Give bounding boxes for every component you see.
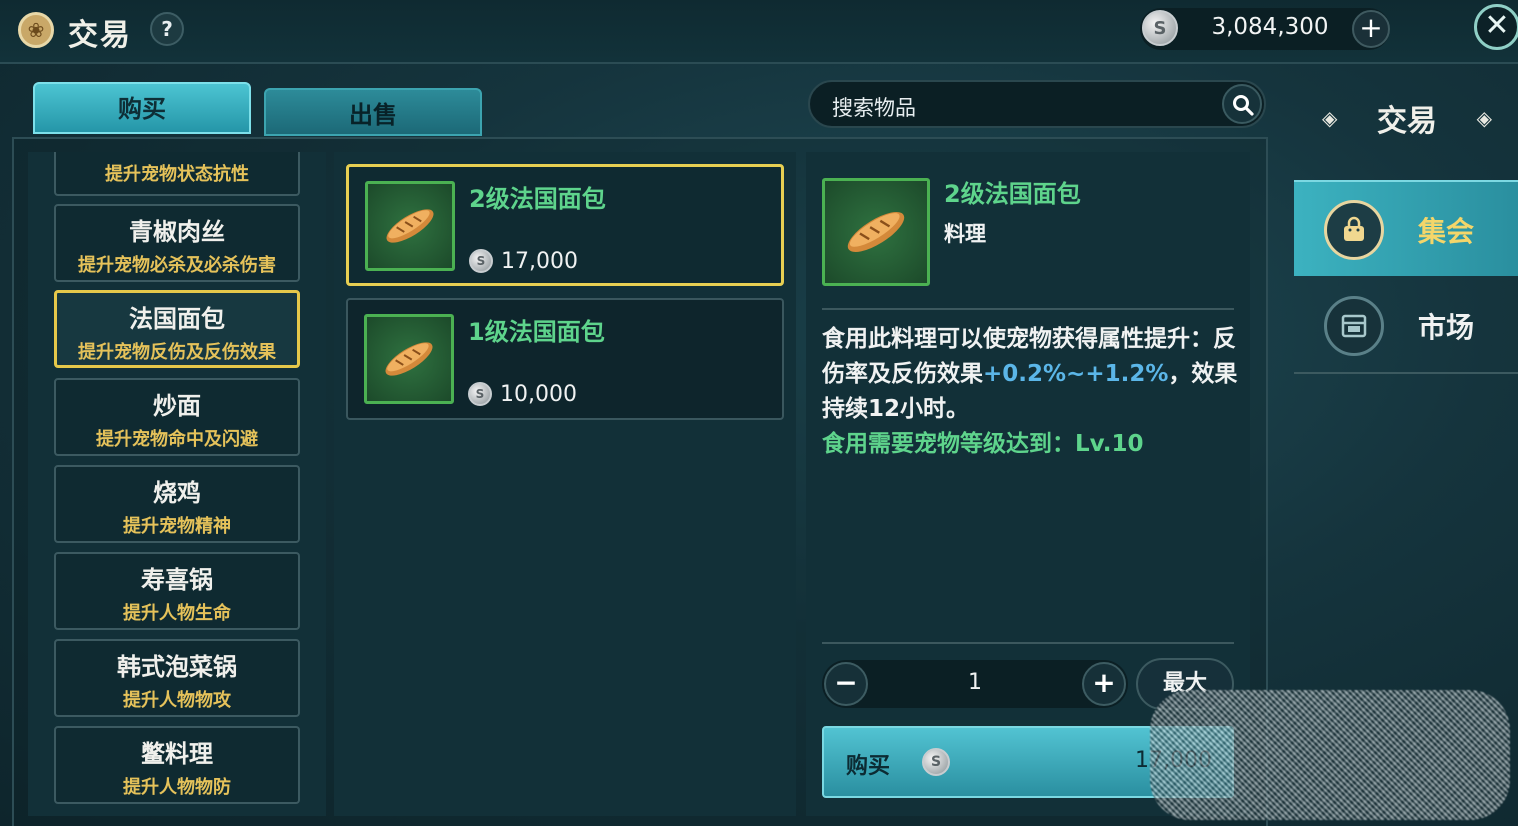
tab-buy[interactable]: 购买 — [33, 82, 251, 134]
product-item[interactable]: 1级法国面包 S 10,000 — [346, 298, 784, 420]
category-name: 法国面包 — [129, 305, 225, 333]
category-desc: 提升宠物反伤及反伤效果 — [78, 342, 276, 363]
ornament-icon: ◈ — [1476, 106, 1492, 130]
category-item[interactable]: 烧鸡 提升宠物精神 — [54, 465, 300, 543]
silver-coin-icon: S — [1142, 10, 1178, 46]
detail-item-name: 2级法国面包 — [944, 180, 1081, 208]
item-slot — [822, 178, 930, 286]
category-name: 青椒肉丝 — [129, 218, 225, 246]
category-item[interactable]: 韩式泡菜锅 提升人物物攻 — [54, 639, 300, 717]
item-slot — [365, 181, 455, 271]
category-item[interactable]: 寿喜锅 提升人物生命 — [54, 552, 300, 630]
category-name: 炒面 — [153, 392, 201, 420]
search-icon — [1233, 95, 1254, 116]
product-list: 2级法国面包 S 17,000 1级法国面包 S 10,000 — [334, 152, 796, 816]
watermark-overlay — [1150, 690, 1510, 820]
quantity-stepper: − 1 + — [822, 660, 1128, 708]
quantity-plus-button[interactable]: + — [1082, 662, 1126, 706]
level-requirement: 食用需要宠物等级达到：Lv.10 — [822, 431, 1144, 457]
page-title: 交易 — [68, 18, 132, 53]
side-nav-label: 市场 — [1418, 311, 1475, 344]
product-price: 10,000 — [500, 382, 577, 407]
category-desc: 提升宠物状态抗性 — [105, 164, 249, 185]
tab-sell[interactable]: 出售 — [264, 88, 482, 136]
category-item[interactable]: 炒面 提升宠物命中及闪避 — [54, 378, 300, 456]
help-button[interactable]: ? — [150, 12, 184, 46]
category-name: 烧鸡 — [153, 479, 201, 507]
category-desc: 提升宠物精神 — [123, 516, 231, 537]
divider — [822, 308, 1234, 310]
item-slot — [364, 314, 454, 404]
category-list: 提升宠物状态抗性 青椒肉丝 提升宠物必杀及必杀伤害 法国面包 提升宠物反伤及反伤… — [28, 152, 326, 816]
baguette-icon — [847, 212, 905, 252]
baguette-icon — [386, 209, 434, 243]
category-item[interactable]: 提升宠物状态抗性 — [54, 152, 300, 196]
quantity-input[interactable]: 1 — [922, 670, 1028, 695]
search-button[interactable] — [1222, 84, 1262, 124]
silver-coin-icon: S — [468, 382, 492, 406]
detail-item-type: 料理 — [944, 222, 986, 246]
category-desc: 提升宠物命中及闪避 — [96, 429, 258, 450]
side-nav-item-gathering[interactable]: 集会 — [1294, 180, 1518, 276]
category-desc: 提升宠物必杀及必杀伤害 — [78, 255, 276, 276]
buy-label: 购买 — [846, 754, 891, 779]
close-button[interactable]: ✕ — [1474, 4, 1518, 50]
shop-icon — [1324, 296, 1384, 356]
category-item-selected[interactable]: 法国面包 提升宠物反伤及反伤效果 — [54, 290, 300, 368]
search-input[interactable]: 搜索物品 — [808, 80, 1266, 128]
category-name: 寿喜锅 — [141, 566, 213, 594]
quantity-minus-button[interactable]: − — [824, 662, 868, 706]
baguette-icon — [385, 342, 433, 376]
silver-coin-icon: S — [922, 748, 950, 776]
category-desc: 提升人物生命 — [123, 603, 231, 624]
currency-value: 3,084,300 — [1211, 14, 1329, 40]
silver-coin-icon: S — [469, 249, 493, 273]
currency-display: S 3,084,300 + — [1140, 8, 1390, 50]
item-description: 食用此料理可以使宠物获得属性提升：反伤率及反伤效果+0.2%~+1.2%，效果持… — [822, 322, 1242, 462]
category-item[interactable]: 青椒肉丝 提升宠物必杀及必杀伤害 — [54, 204, 300, 282]
product-price: 17,000 — [501, 249, 578, 274]
side-nav-header: ◈ 交易 ◈ — [1296, 80, 1518, 170]
top-bar: ❀ 交易 ? S 3,084,300 + ✕ — [0, 0, 1518, 64]
product-name: 1级法国面包 — [468, 318, 605, 346]
category-desc: 提升人物物防 — [123, 777, 231, 798]
product-name: 2级法国面包 — [469, 185, 606, 213]
search-placeholder: 搜索物品 — [832, 96, 916, 120]
product-item-selected[interactable]: 2级法国面包 S 17,000 — [346, 164, 784, 286]
add-currency-button[interactable]: + — [1352, 10, 1390, 48]
category-desc: 提升人物物攻 — [123, 690, 231, 711]
category-name: 鳖料理 — [141, 740, 213, 768]
trade-emblem-icon: ❀ — [18, 12, 54, 48]
category-item[interactable]: 鳖料理 提升人物物防 — [54, 726, 300, 804]
effect-range: +0.2%~+1.2% — [983, 361, 1169, 387]
bag-icon — [1324, 200, 1384, 260]
category-name: 韩式泡菜锅 — [117, 653, 237, 681]
side-nav-item-market[interactable]: 市场 — [1294, 278, 1518, 374]
divider — [822, 642, 1234, 644]
side-nav-label: 集会 — [1418, 215, 1475, 248]
